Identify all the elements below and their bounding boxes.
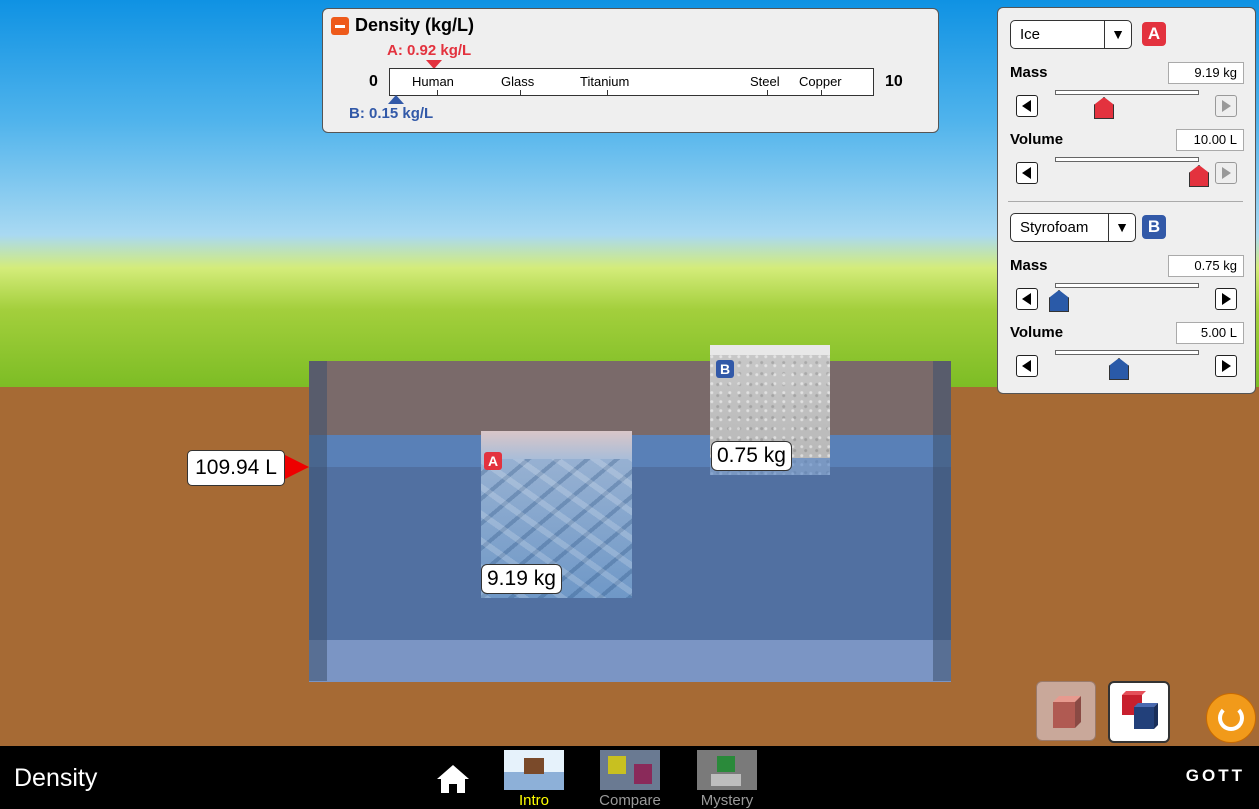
block-b-volume-value: 5.00 L xyxy=(1176,322,1244,344)
tab-compare-label: Compare xyxy=(599,792,661,809)
arrow-left-icon xyxy=(1022,293,1031,305)
pool-volume-arrow-icon xyxy=(285,455,309,479)
density-a-label: A: 0.92 kg/L xyxy=(387,42,472,59)
two-blocks-icon xyxy=(1122,691,1158,729)
block-b-volume-slider-thumb[interactable] xyxy=(1109,358,1129,380)
block-b-mass-value: 0.75 kg xyxy=(1168,255,1244,277)
arrow-left-icon xyxy=(1022,360,1031,372)
arrow-right-icon xyxy=(1222,100,1231,112)
density-b-label: B: 0.15 kg/L xyxy=(349,105,434,122)
block-a-volume-title: Volume xyxy=(1010,131,1064,148)
reset-button[interactable] xyxy=(1206,693,1256,743)
block-a-top xyxy=(481,431,632,459)
one-block-button[interactable] xyxy=(1036,681,1096,741)
tab-mystery[interactable]: Mystery xyxy=(697,748,757,809)
arrow-right-icon xyxy=(1222,293,1231,305)
block-b-mass-decrease-button[interactable] xyxy=(1016,288,1038,310)
block-b-material-value: Styrofoam xyxy=(1020,219,1089,236)
block-b-mass-label: 0.75 kg xyxy=(711,441,792,471)
density-scale: Human Glass Titanium Steel Copper xyxy=(389,68,874,96)
block-b-top xyxy=(710,345,830,355)
pool-volume-readout: 109.94 L xyxy=(187,450,285,486)
block-b-badge: B xyxy=(1142,215,1166,239)
block-a-mass-slider-track[interactable] xyxy=(1055,90,1199,95)
block-a-volume-slider-track[interactable] xyxy=(1055,157,1199,162)
block-b-volume-title: Volume xyxy=(1010,324,1064,341)
chevron-down-icon: ▼ xyxy=(1108,214,1135,241)
pool-floor xyxy=(309,640,951,682)
block-a-material-value: Ice xyxy=(1020,26,1041,43)
block-b-mass-title: Mass xyxy=(1010,257,1048,274)
block-b-volume-increase-button[interactable] xyxy=(1215,355,1237,377)
reference-glass: Glass xyxy=(501,74,535,89)
block-a-volume-slider-thumb[interactable] xyxy=(1189,165,1209,187)
block-b-volume-decrease-button[interactable] xyxy=(1016,355,1038,377)
reference-steel: Steel xyxy=(750,74,780,89)
two-blocks-button[interactable] xyxy=(1108,681,1170,743)
block-b-material-select[interactable]: Styrofoam ▼ xyxy=(1010,213,1136,242)
density-panel: Density (kg/L) A: 0.92 kg/L 0 Human Glas… xyxy=(322,8,939,133)
block-a-mass-slider-thumb[interactable] xyxy=(1094,97,1114,119)
arrow-right-icon xyxy=(1222,167,1231,179)
reference-human: Human xyxy=(412,74,454,89)
block-a-mass-title: Mass xyxy=(1010,64,1048,81)
compare-screen-icon xyxy=(600,750,660,790)
block-b-tag: B xyxy=(716,360,734,378)
block-a-badge: A xyxy=(1142,22,1166,46)
tab-intro[interactable]: Intro xyxy=(504,748,564,809)
block-a-mass-label: 9.19 kg xyxy=(481,564,562,594)
tab-intro-label: Intro xyxy=(518,792,549,809)
density-b-marker xyxy=(388,95,404,104)
density-scale-max: 10 xyxy=(885,73,903,90)
density-scale-min: 0 xyxy=(369,73,378,90)
reset-icon xyxy=(1218,705,1244,731)
block-a-material-select[interactable]: Ice ▼ xyxy=(1010,20,1132,49)
arrow-left-icon xyxy=(1022,100,1031,112)
pool-left-wall xyxy=(309,361,327,681)
reference-copper: Copper xyxy=(799,74,842,89)
collapse-icon[interactable] xyxy=(331,17,349,35)
block-a-volume-decrease-button[interactable] xyxy=(1016,162,1038,184)
tab-mystery-label: Mystery xyxy=(700,792,754,809)
block-b-mass-slider-track[interactable] xyxy=(1055,283,1199,288)
block-b-mass-slider-thumb[interactable] xyxy=(1049,290,1069,312)
block-a-mass-increase-button[interactable] xyxy=(1215,95,1237,117)
play-area: A 9.19 kg B 0.75 kg 109.94 L Density (kg… xyxy=(0,0,1259,746)
app-title: Density xyxy=(14,764,98,792)
navigation-bar: Density Intro Compare Mystery GOTT xyxy=(0,746,1259,809)
density-panel-title: Density (kg/L) xyxy=(355,15,475,35)
brand-logo: GOTT xyxy=(1185,766,1245,785)
chevron-down-icon: ▼ xyxy=(1104,21,1131,48)
block-controls-panel: Ice ▼ A Mass 9.19 kg Volume 10.00 L Styr… xyxy=(997,7,1256,394)
arrow-right-icon xyxy=(1222,360,1231,372)
pool-right-wall xyxy=(933,361,951,681)
tab-compare[interactable]: Compare xyxy=(599,748,661,809)
block-a-mass-decrease-button[interactable] xyxy=(1016,95,1038,117)
block-a-volume-increase-button[interactable] xyxy=(1215,162,1237,184)
block-a-volume-value: 10.00 L xyxy=(1176,129,1244,151)
block-b-volume-slider-track[interactable] xyxy=(1055,350,1199,355)
block-a-tag: A xyxy=(484,452,502,470)
one-block-icon xyxy=(1053,696,1081,728)
block-a-mass-value: 9.19 kg xyxy=(1168,62,1244,84)
panel-divider xyxy=(1008,201,1243,202)
block-b-mass-increase-button[interactable] xyxy=(1215,288,1237,310)
arrow-left-icon xyxy=(1022,167,1031,179)
mystery-screen-icon xyxy=(697,750,757,790)
intro-screen-icon xyxy=(504,750,564,790)
reference-titanium: Titanium xyxy=(580,74,630,89)
home-icon[interactable] xyxy=(435,763,471,795)
